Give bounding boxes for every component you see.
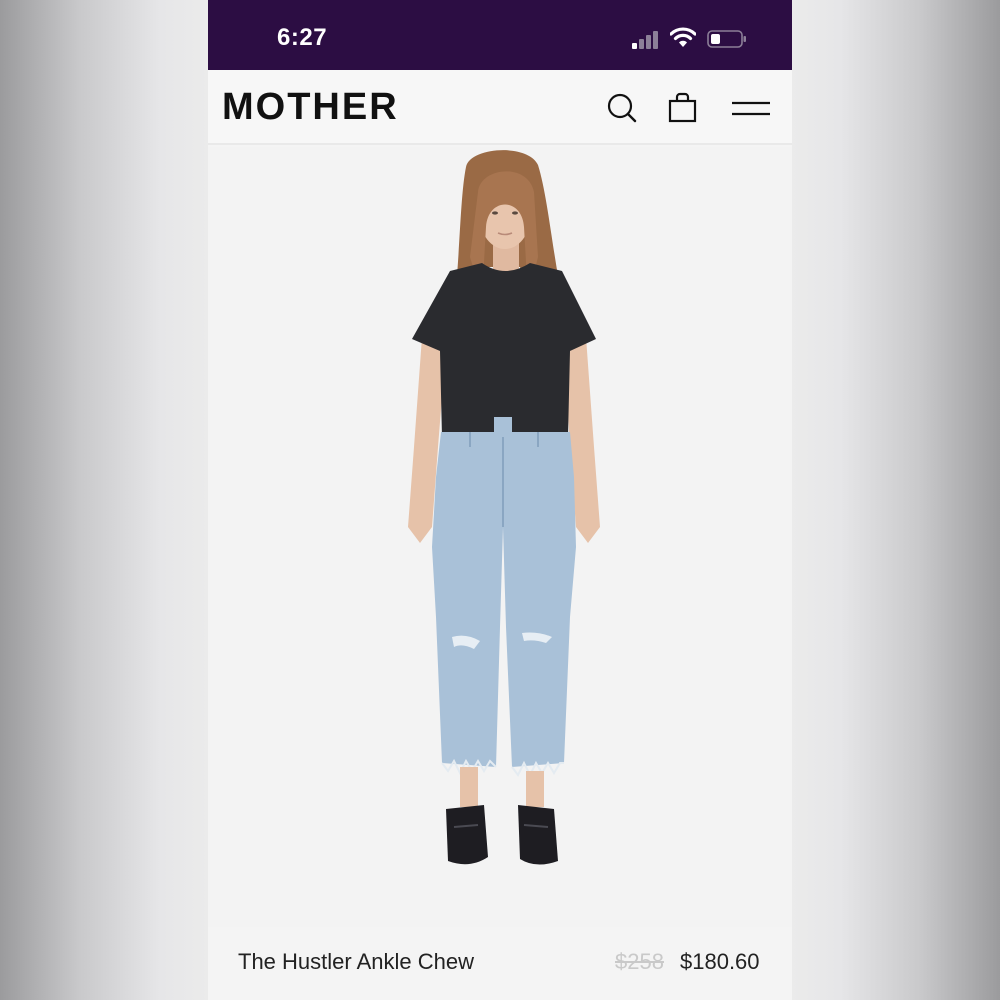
- original-price: $258: [615, 949, 664, 974]
- battery-low-icon: [707, 30, 746, 48]
- menu-icon[interactable]: [730, 90, 772, 126]
- site-header: MOTHER: [208, 70, 792, 145]
- wifi-icon: [670, 27, 696, 47]
- product-image[interactable]: [208, 147, 792, 927]
- status-icons: [632, 27, 752, 49]
- model-illustration: [208, 147, 792, 927]
- brand-logo[interactable]: MOTHER: [222, 86, 399, 129]
- signal-bars-icon: [632, 29, 662, 49]
- shopping-bag-icon[interactable]: [665, 90, 701, 126]
- sale-price: $180.60: [680, 949, 760, 974]
- product-name[interactable]: The Hustler Ankle Chew: [238, 949, 474, 975]
- product-info: The Hustler Ankle Chew $258 $180.60: [208, 930, 792, 1000]
- status-time: 6:27: [277, 24, 328, 51]
- phone-screen: 6:27 MOTHER The Hustler Ankle Chew $258 …: [208, 0, 792, 1000]
- search-icon[interactable]: [604, 90, 640, 126]
- status-bar: 6:27: [208, 0, 792, 70]
